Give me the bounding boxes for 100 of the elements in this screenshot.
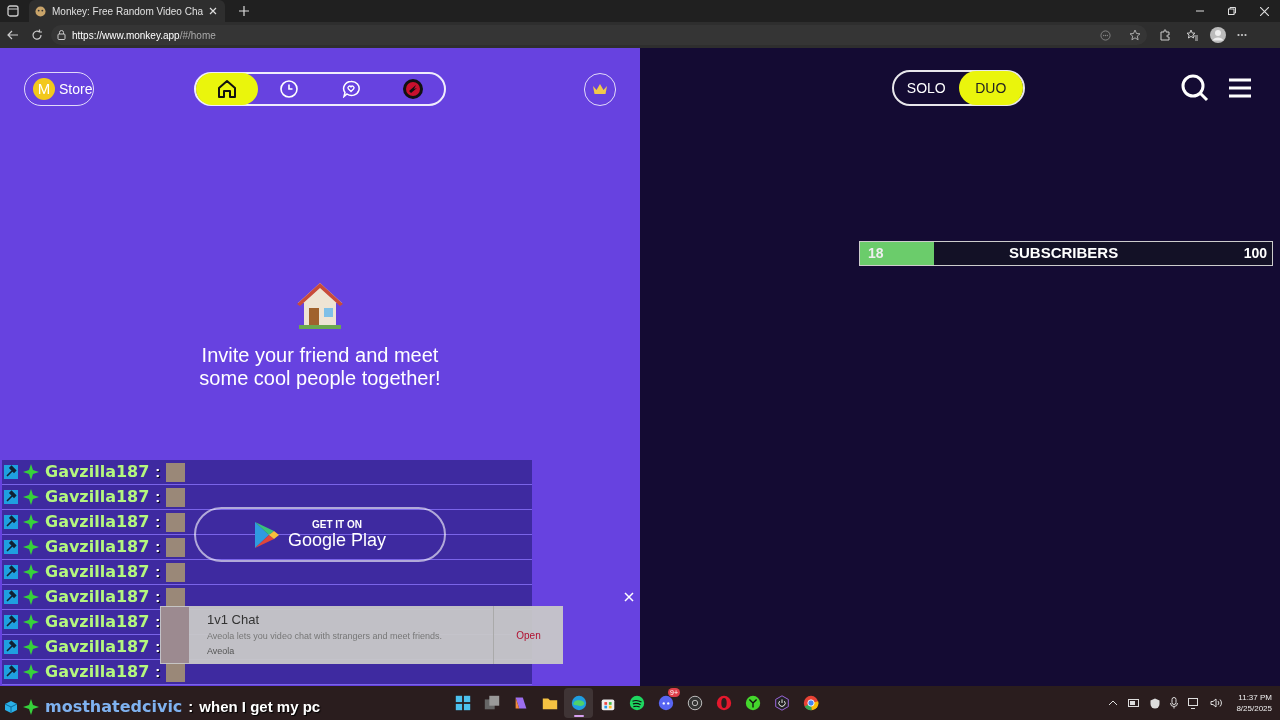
tab-title: Monkey: Free Random Video Cha bbox=[52, 4, 203, 19]
hammer-badge-icon bbox=[4, 490, 18, 504]
browser-tab[interactable]: Monkey: Free Random Video Cha bbox=[29, 0, 225, 22]
ad-banner[interactable]: 1v1 Chat Aveola lets you video chat with strangers and meet friends. Aveola Open bbox=[160, 606, 563, 664]
emote-placeholder bbox=[166, 587, 186, 607]
diamond-badge-icon bbox=[23, 699, 39, 715]
chat-separator: : bbox=[155, 661, 161, 682]
diamond-badge-icon bbox=[23, 539, 39, 555]
chat-username: Gavzilla187 bbox=[45, 538, 150, 556]
mode-option[interactable]: DUO bbox=[958, 71, 1023, 105]
minimize-icon[interactable] bbox=[1196, 7, 1204, 15]
address-bar[interactable]: https://www.monkey.app/#/home bbox=[51, 25, 1147, 45]
chat-separator: : bbox=[155, 486, 161, 507]
hammer-badge-icon bbox=[4, 615, 18, 629]
extensions-icon[interactable] bbox=[1159, 29, 1171, 41]
back-icon[interactable] bbox=[7, 29, 19, 41]
menu-icon[interactable] bbox=[1237, 33, 1247, 37]
profile-icon[interactable] bbox=[1210, 27, 1226, 43]
chat-username: Gavzilla187 bbox=[45, 513, 150, 531]
coin-icon: M bbox=[33, 78, 55, 100]
lock-icon bbox=[57, 30, 66, 40]
ad-photo-placeholder bbox=[161, 607, 189, 663]
hammer-badge-icon bbox=[4, 565, 18, 579]
network-icon[interactable] bbox=[1188, 697, 1201, 709]
diamond-badge-icon bbox=[23, 589, 39, 605]
crown-icon bbox=[591, 83, 608, 95]
search-icon[interactable] bbox=[1181, 74, 1209, 102]
emote-placeholder bbox=[166, 462, 186, 482]
tab-actions-icon[interactable] bbox=[7, 5, 19, 17]
diamond-badge-icon bbox=[23, 464, 39, 480]
chat-username: Gavzilla187 bbox=[45, 588, 150, 606]
restore-icon[interactable] bbox=[1228, 7, 1236, 15]
house-icon bbox=[295, 280, 345, 330]
monkey-face-icon bbox=[35, 5, 46, 17]
chat-separator: : bbox=[155, 561, 161, 582]
shield-icon[interactable] bbox=[1150, 697, 1161, 709]
speaker-icon[interactable] bbox=[1210, 698, 1223, 708]
power-icon bbox=[772, 694, 791, 712]
star-icon[interactable] bbox=[1129, 29, 1141, 41]
diamond-badge-icon bbox=[23, 514, 39, 530]
chevron-up-icon[interactable] bbox=[1108, 700, 1119, 706]
goal-label: SUBSCRIBERS bbox=[1008, 243, 1120, 264]
diamond-badge-icon bbox=[23, 489, 39, 505]
favorites-icon[interactable] bbox=[1186, 29, 1198, 41]
ad-title: 1v1 Chat bbox=[207, 612, 261, 628]
more-icon[interactable] bbox=[1100, 29, 1111, 41]
chat-separator: : bbox=[155, 586, 161, 607]
chat-separator: : bbox=[188, 696, 194, 717]
taskbar-app[interactable] bbox=[564, 688, 593, 718]
chat-username: Gavzilla187 bbox=[45, 463, 150, 481]
diamond-badge-icon bbox=[23, 564, 39, 580]
invite-message: Invite your friend and meet some cool people together! bbox=[198, 344, 442, 390]
avatar-icon bbox=[402, 79, 423, 99]
chat-username: mosthatedcivic bbox=[45, 698, 183, 716]
clock-date: 8/25/2025 bbox=[1236, 703, 1272, 714]
heart-bubble-icon bbox=[341, 80, 360, 98]
chat-separator: : bbox=[155, 511, 161, 532]
music-icon bbox=[627, 694, 646, 712]
ad-open-button[interactable]: Open bbox=[493, 606, 563, 664]
hammer-badge-icon bbox=[4, 665, 18, 679]
goal-current: 18 bbox=[868, 244, 884, 263]
chat-separator: : bbox=[155, 536, 161, 557]
chat-username: Gavzilla187 bbox=[45, 663, 150, 681]
chat-message: when I get my pc bbox=[199, 696, 321, 717]
ad-description: Aveola lets you video chat with strangers and meet friends. bbox=[207, 630, 443, 643]
chat-username: Gavzilla187 bbox=[45, 638, 150, 656]
close-icon[interactable] bbox=[1260, 6, 1269, 16]
goal-target: 100 bbox=[1243, 244, 1267, 263]
active-indicator bbox=[573, 715, 584, 717]
hammer-badge-icon bbox=[4, 640, 18, 654]
nav-tab[interactable] bbox=[195, 73, 258, 105]
emote-placeholder bbox=[166, 487, 186, 507]
close-icon[interactable] bbox=[209, 7, 217, 15]
battery-icon[interactable] bbox=[1128, 699, 1141, 707]
store-button[interactable]: M Store bbox=[24, 72, 94, 106]
get-it-on-text: GET IT ON bbox=[311, 518, 363, 530]
play-store-icon bbox=[253, 520, 280, 549]
cube-badge-icon bbox=[4, 700, 18, 714]
hammer-badge-icon bbox=[4, 590, 18, 604]
refresh-icon[interactable] bbox=[31, 29, 43, 41]
hammer-badge-icon bbox=[4, 515, 18, 529]
microphone-icon[interactable] bbox=[1170, 697, 1179, 709]
chat-separator: : bbox=[155, 611, 161, 632]
url-text: https://www.monkey.app/#/home bbox=[72, 28, 216, 43]
record-icon bbox=[685, 694, 704, 712]
google-play-text: Google Play bbox=[287, 529, 387, 551]
menu-icon[interactable] bbox=[1229, 78, 1251, 98]
new-tab-icon[interactable] bbox=[239, 6, 249, 16]
clock-time: 11:37 PM bbox=[1238, 692, 1272, 703]
ad-advertiser: Aveola bbox=[207, 645, 236, 658]
home-icon bbox=[216, 79, 237, 99]
windows-logo-icon bbox=[453, 694, 472, 712]
chat-separator: : bbox=[155, 636, 161, 657]
task-view-icon bbox=[482, 694, 501, 712]
emote-placeholder bbox=[166, 562, 186, 582]
diamond-badge-icon bbox=[23, 664, 39, 680]
clock-icon bbox=[279, 80, 298, 98]
mode-option[interactable]: SOLO bbox=[894, 71, 959, 105]
diamond-badge-icon bbox=[23, 639, 39, 655]
chat-username: Gavzilla187 bbox=[45, 563, 150, 581]
